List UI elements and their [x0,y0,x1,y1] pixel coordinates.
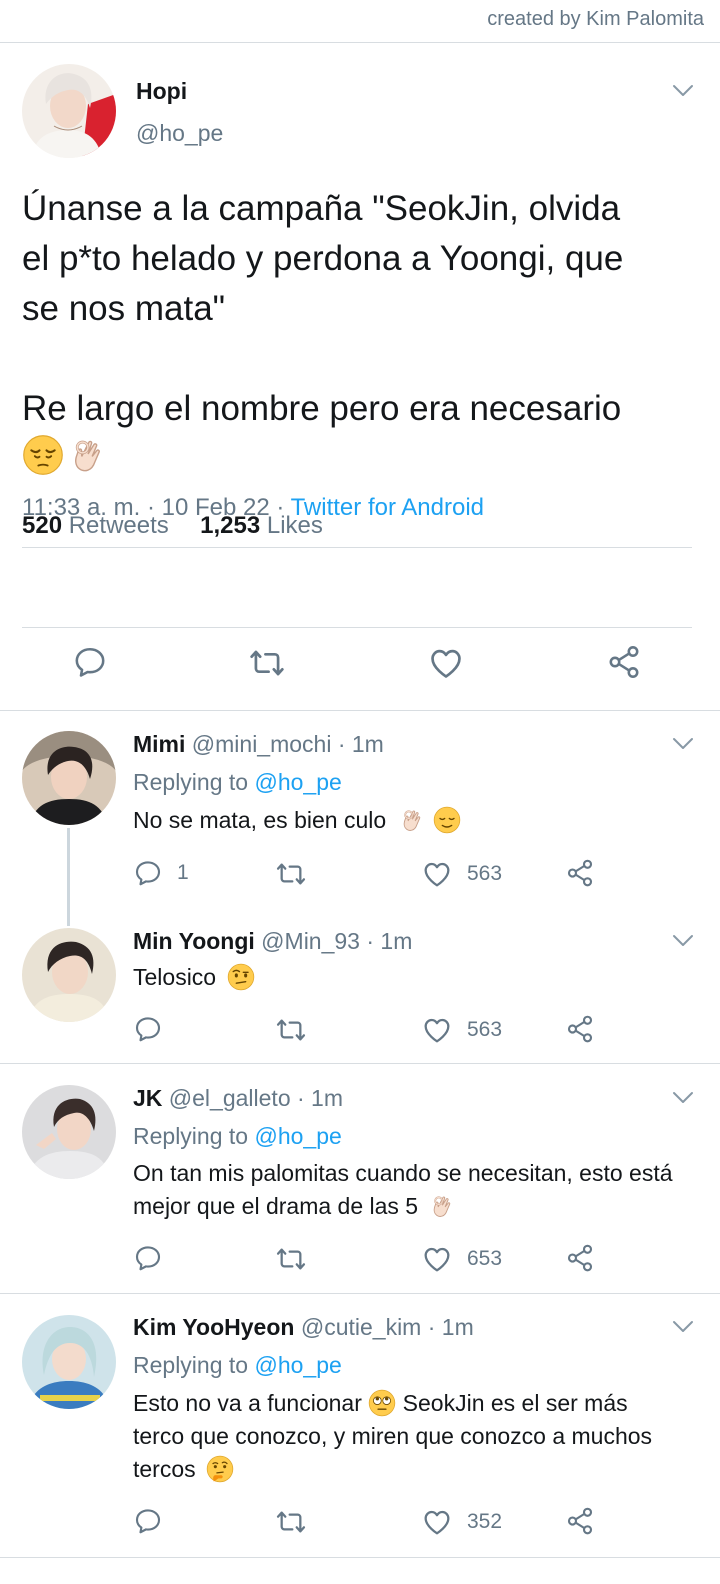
share-button[interactable] [565,1506,595,1536]
relieved-face-emoji [433,806,461,834]
tweet-stats: 520 Retweets 1,253 Likes [22,512,323,540]
chevron-down-icon[interactable] [672,737,694,751]
reply-actions: 1 563 [133,858,613,892]
replying-to-link[interactable]: @ho_pe [254,769,341,795]
divider [0,1063,720,1064]
chevron-down-icon[interactable] [672,84,694,98]
reply-text: Telosico [133,961,693,994]
like-count: 563 [467,862,503,885]
reply-header: Min Yoongi @Min_93 · 1m [133,928,412,955]
face-with-rolling-eyes-emoji [368,1389,396,1417]
reply-author-name[interactable]: Mimi [133,731,185,757]
reply-header: Kim YooHyeon @cutie_kim · 1m [133,1314,474,1341]
credit-text: created by Kim Palomita [487,8,704,30]
replying-to: Replying to @ho_pe [133,769,342,795]
reply-actions: 563 [133,1014,613,1048]
reply-author-handle[interactable]: @mini_mochi · 1m [185,731,384,757]
likes-stat[interactable]: 1,253 Likes [200,512,323,539]
replying-to: Replying to @ho_pe [133,1352,342,1378]
face-with-raised-eyebrow-emoji [227,963,255,991]
like-button[interactable]: 653 [421,1243,502,1275]
reply-author-handle[interactable]: @cutie_kim · 1m [294,1314,474,1340]
credit-divider [0,42,720,43]
chevron-down-icon[interactable] [672,1320,694,1334]
divider [22,627,692,628]
like-count: 563 [467,1018,503,1041]
tweet-actions [0,644,720,694]
reply-text: Esto no va a funcionar SeokJin es el ser… [133,1389,653,1483]
tweet-emojis [22,434,110,476]
thinking-face-emoji [206,1455,234,1483]
reply-icon[interactable] [72,644,108,680]
like-icon[interactable] [427,644,465,682]
replying-to-link[interactable]: @ho_pe [254,1123,341,1149]
reply-author-name[interactable]: Min Yoongi [133,928,255,954]
retweet-button[interactable] [275,858,307,890]
reply-author-name[interactable]: JK [133,1085,162,1111]
reply-text: No se mata, es bien culo [133,804,693,837]
reply-author-handle[interactable]: @el_galleto · 1m [162,1085,343,1111]
ok-hand-emoji [68,434,110,476]
like-button[interactable]: 563 [421,1014,502,1046]
reply-button[interactable] [133,1014,177,1044]
retweets-stat[interactable]: 520 Retweets [22,512,169,539]
like-button[interactable]: 352 [421,1506,502,1538]
share-button[interactable] [565,1243,595,1273]
avatar[interactable] [22,1085,116,1179]
reply-count: 1 [177,861,189,884]
reply-actions: 653 [133,1243,613,1277]
avatar[interactable] [22,731,116,825]
ok-hand-emoji [399,806,427,834]
author-name[interactable]: Hopi [136,78,187,105]
share-icon[interactable] [606,644,642,680]
avatar[interactable] [22,928,116,1022]
share-button[interactable] [565,858,595,888]
reply-button[interactable] [133,1243,177,1273]
reply-author-name[interactable]: Kim YooHyeon [133,1314,294,1340]
pensive-face-emoji [22,434,64,476]
reply-text: On tan mis palomitas cuando se necesitan… [133,1160,673,1220]
retweet-icon[interactable] [248,644,286,682]
divider [0,1293,720,1294]
like-count: 352 [467,1510,503,1533]
divider [0,710,720,711]
like-count: 653 [467,1247,503,1270]
like-button[interactable]: 563 [421,858,502,890]
reply-button[interactable] [133,1506,177,1536]
divider [22,547,692,548]
reply-button[interactable]: 1 [133,858,189,888]
reply-header: JK @el_galleto · 1m [133,1085,343,1112]
retweet-button[interactable] [275,1506,307,1538]
tweet-text: Únanse a la campaña "SeokJin, olvida el … [22,189,624,428]
chevron-down-icon[interactable] [672,934,694,948]
retweet-button[interactable] [275,1243,307,1275]
ok-hand-emoji [429,1192,457,1220]
avatar[interactable] [22,1315,116,1409]
thread-line [67,828,70,926]
reply-header: Mimi @mini_mochi · 1m [133,731,384,758]
replying-to-link[interactable]: @ho_pe [254,1352,341,1378]
share-button[interactable] [565,1014,595,1044]
reply-author-handle[interactable]: @Min_93 · 1m [255,928,412,954]
reply-actions: 352 [133,1506,613,1540]
author-handle[interactable]: @ho_pe [136,120,223,147]
avatar[interactable] [22,64,116,158]
chevron-down-icon[interactable] [672,1091,694,1105]
replying-to: Replying to @ho_pe [133,1123,342,1149]
divider [0,1557,720,1558]
retweet-button[interactable] [275,1014,307,1046]
